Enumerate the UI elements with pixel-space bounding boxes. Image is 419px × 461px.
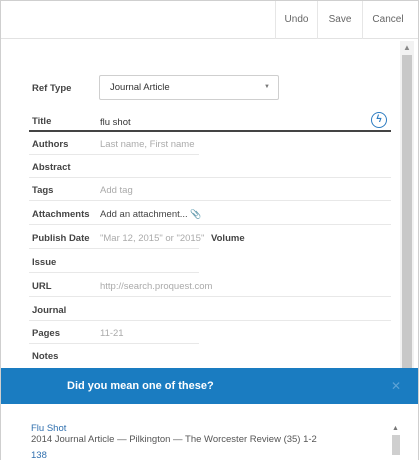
pages-label: Pages — [32, 328, 60, 339]
suggestion-item-title[interactable]: 138 — [31, 450, 47, 461]
save-button[interactable]: Save — [317, 1, 362, 39]
url-input[interactable]: http://search.proquest.com — [100, 281, 212, 292]
volume-label: Volume — [211, 233, 245, 244]
divider — [29, 177, 391, 178]
attachments-label: Attachments — [32, 209, 90, 220]
title-label: Title — [32, 116, 52, 127]
suggestion-item-title[interactable]: Flu Shot — [31, 423, 66, 434]
suggestion-title: Did you mean one of these? — [67, 380, 214, 392]
undo-button[interactable]: Undo — [275, 1, 317, 39]
divider — [29, 154, 199, 155]
suggestion-list: Flu Shot 2014 Journal Article — Pilkingt… — [1, 404, 418, 461]
form-scrollbar[interactable]: ▲ — [400, 41, 414, 368]
issue-label: Issue — [32, 257, 57, 268]
scrollbar-thumb[interactable] — [392, 435, 400, 455]
tags-input[interactable]: Add tag — [100, 185, 133, 196]
add-attachment-link[interactable]: Add an attachment... 📎 — [100, 209, 202, 220]
toolbar: Undo Save Cancel — [1, 1, 418, 39]
suggestion-scrollbar[interactable]: ▲ — [390, 425, 401, 461]
publish-date-label: Publish Date — [32, 233, 90, 244]
ref-type-value: Journal Article — [110, 82, 170, 93]
ref-type-label: Ref Type — [32, 83, 72, 94]
authors-label: Authors — [32, 139, 69, 150]
divider — [29, 320, 391, 321]
paperclip-icon: 📎 — [190, 209, 202, 219]
scroll-up-icon[interactable]: ▲ — [400, 43, 414, 53]
title-underline — [29, 130, 391, 132]
url-label: URL — [32, 281, 52, 292]
journal-label: Journal — [32, 305, 67, 316]
divider — [29, 200, 391, 201]
tags-label: Tags — [32, 185, 54, 196]
scroll-up-icon[interactable]: ▲ — [390, 425, 401, 433]
add-attachment-label: Add an attachment... — [100, 209, 188, 220]
divider — [29, 224, 391, 225]
notes-label: Notes — [32, 351, 59, 362]
cancel-button[interactable]: Cancel — [362, 1, 413, 39]
lightning-icon[interactable]: ϟ — [371, 112, 387, 128]
divider — [29, 296, 391, 297]
pages-input[interactable]: 11-21 — [100, 328, 124, 339]
divider — [29, 343, 199, 344]
title-input[interactable]: flu shot — [100, 117, 131, 128]
suggestion-item-detail: 2014 Journal Article — Pilkington — The … — [31, 434, 317, 445]
divider — [29, 248, 199, 249]
ref-type-select[interactable]: Journal Article ▼ — [99, 75, 279, 100]
divider — [29, 272, 199, 273]
abstract-label: Abstract — [32, 162, 71, 173]
scrollbar-thumb[interactable] — [402, 55, 412, 368]
publish-date-input[interactable]: "Mar 12, 2015" or "2015" — [100, 233, 204, 244]
authors-input[interactable]: Last name, First name — [100, 139, 195, 150]
suggestion-header: Did you mean one of these? ✕ — [1, 368, 418, 404]
reference-editor: Undo Save Cancel ▲ Ref Type Journal Arti… — [0, 0, 419, 461]
chevron-down-icon: ▼ — [264, 84, 270, 90]
close-icon[interactable]: ✕ — [391, 368, 401, 404]
